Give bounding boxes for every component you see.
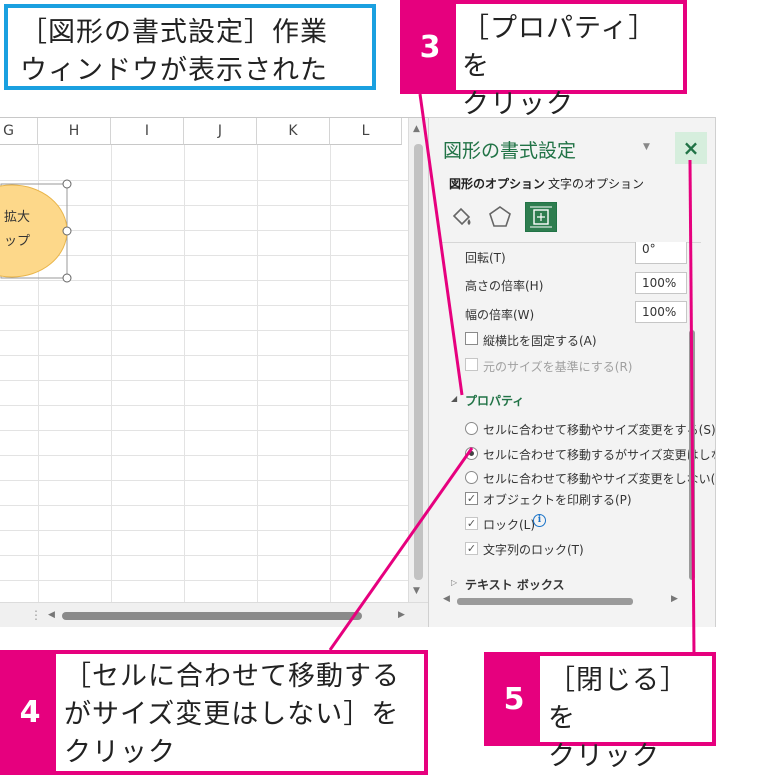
step4-line3: クリック — [64, 737, 176, 768]
step5-line1: ［閉じる］を — [548, 665, 688, 734]
step4-line2: がサイズ変更はしない］を — [64, 699, 400, 730]
step5-number: 5 — [488, 656, 540, 742]
step5-line2: クリック — [548, 741, 660, 772]
step4-number: 4 — [4, 654, 56, 771]
callout-step5: 5 ［閉じる］を クリック — [484, 652, 716, 772]
step4-line1: ［セルに合わせて移動する — [64, 661, 400, 692]
callout-step4: 4 ［セルに合わせて移動する がサイズ変更はしない］を クリック — [0, 650, 428, 775]
